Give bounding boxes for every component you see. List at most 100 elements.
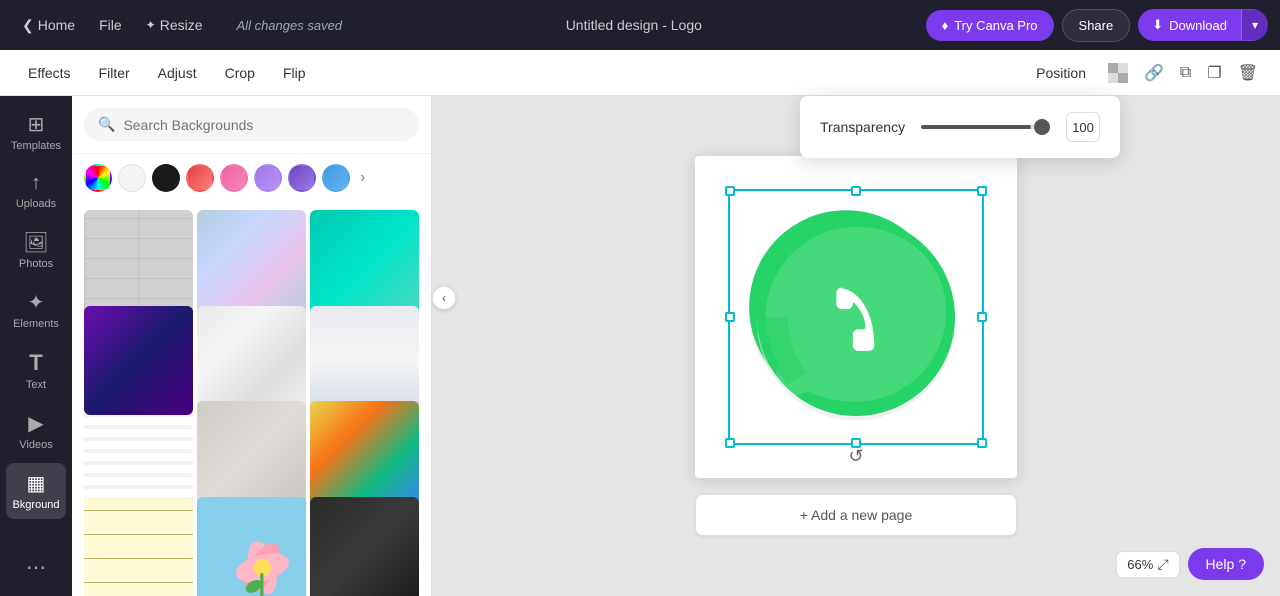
sidebar-item-uploads[interactable]: ↑ Uploads (6, 164, 66, 218)
filter-button[interactable]: Filter (87, 59, 142, 87)
handle-bottom-left[interactable] (725, 438, 735, 448)
chevron-down-icon: ▾ (1252, 18, 1258, 32)
handle-mid-right[interactable] (977, 312, 987, 322)
text-icon: T (29, 350, 42, 376)
trash-icon: 🗑 (1238, 63, 1258, 83)
handle-top-left[interactable] (725, 186, 735, 196)
whatsapp-icon-svg (746, 207, 966, 427)
try-pro-label: Try Canva Pro (954, 18, 1037, 33)
color-filter-black[interactable] (152, 164, 180, 192)
try-pro-button[interactable]: ♦ Try Canva Pro (926, 10, 1054, 41)
bg-thumb-cloud[interactable] (310, 306, 419, 415)
zoom-level: 66% (1127, 557, 1153, 572)
transparency-label: Transparency (820, 119, 905, 135)
adjust-button[interactable]: Adjust (146, 59, 209, 87)
handle-top-right[interactable] (977, 186, 987, 196)
share-label: Share (1079, 18, 1114, 33)
handle-top-mid[interactable] (851, 186, 861, 196)
color-filter-blue[interactable] (322, 164, 350, 192)
whatsapp-element[interactable]: ↺ (736, 197, 976, 437)
download-dropdown-button[interactable]: ▾ (1241, 10, 1268, 40)
more-icon: ⋯ (26, 555, 46, 580)
top-bar-right: ♦ Try Canva Pro Share ⬇ Download ▾ (926, 9, 1268, 42)
copy-button[interactable]: ⧉ (1174, 58, 1197, 88)
add-page-label: + Add a new page (800, 507, 913, 523)
download-label: Download (1169, 18, 1227, 33)
home-button[interactable]: ❮ Home (12, 11, 85, 40)
crop-label: Crop (225, 65, 255, 81)
color-filter-more-button[interactable]: › (356, 165, 369, 191)
search-box: 🔍 (84, 108, 419, 141)
hide-panel-button[interactable]: ‹ (432, 286, 456, 310)
link-icon: 🔗 (1144, 63, 1164, 83)
uploads-label: Uploads (16, 198, 56, 210)
bg-thumb-marble[interactable] (197, 306, 306, 415)
search-input[interactable] (123, 117, 405, 133)
color-filter-pink[interactable] (220, 164, 248, 192)
crop-button[interactable]: Crop (213, 59, 267, 87)
effects-button[interactable]: Effects (16, 59, 83, 87)
canva-crown-icon: ♦ (942, 18, 949, 33)
transparency-popup: Transparency 100 (800, 96, 1120, 158)
sidebar-item-photos[interactable]: 🖼 Photos (6, 222, 66, 278)
handle-bottom-right[interactable] (977, 438, 987, 448)
elements-icon: ✦ (28, 290, 45, 315)
sidebar-item-elements[interactable]: ✦ Elements (6, 282, 66, 338)
main-layout: ⊞ Templates ↑ Uploads 🖼 Photos ✦ Element… (0, 96, 1280, 596)
download-button[interactable]: ⬇ Download (1138, 9, 1241, 41)
sidebar-item-bkground[interactable]: ▦ Bkground (6, 463, 66, 519)
help-button[interactable]: Help ? (1188, 548, 1264, 580)
resize-button[interactable]: ✦ Resize (136, 11, 213, 39)
templates-label: Templates (11, 140, 61, 152)
color-filter-purple1[interactable] (254, 164, 282, 192)
videos-icon: ▶ (28, 411, 43, 436)
canvas-page: ↺ (695, 156, 1017, 478)
sidebar-item-templates[interactable]: ⊞ Templates (6, 104, 66, 160)
position-button[interactable]: Position (1024, 59, 1098, 87)
rotate-handle[interactable]: ↺ (848, 446, 863, 467)
bg-thumb-marble-blue[interactable] (197, 210, 306, 319)
bg-thumb-teal[interactable] (310, 210, 419, 319)
delete-button[interactable]: 🗑 (1232, 57, 1264, 89)
checkered-icon (1108, 63, 1128, 83)
fullscreen-button[interactable]: ⤢ (1157, 556, 1168, 573)
zoom-display: 66% ⤢ (1116, 551, 1179, 578)
sidebar-item-more[interactable]: ⋯ (6, 547, 66, 588)
secondary-toolbar: Effects Filter Adjust Crop Flip Position… (0, 50, 1280, 96)
color-filter-red[interactable] (186, 164, 214, 192)
canvas-area: ↺ + Add a new page 66% ⤢ Help ? (432, 96, 1280, 596)
bg-thumb-wood[interactable] (84, 401, 193, 510)
transparency-slider[interactable] (921, 125, 1050, 129)
checkered-bg-button[interactable] (1102, 57, 1134, 89)
bottom-bar: 66% ⤢ Help ? (1116, 548, 1264, 580)
link-button[interactable]: 🔗 (1138, 57, 1170, 89)
search-icon: 🔍 (98, 116, 115, 133)
color-filter-white[interactable] (118, 164, 146, 192)
whatsapp-icon-container (736, 197, 976, 437)
share-button[interactable]: Share (1062, 9, 1131, 42)
resize-label: Resize (160, 17, 203, 33)
bg-search-area: 🔍 (72, 96, 431, 154)
transparency-value[interactable]: 100 (1066, 112, 1100, 142)
bg-thumb-paint[interactable] (310, 401, 419, 510)
photos-icon: 🖼 (23, 230, 48, 255)
file-button[interactable]: File (89, 11, 132, 39)
bg-thumb-brick[interactable] (84, 210, 193, 319)
hide-panel-icon: ‹ (442, 291, 446, 305)
bg-thumb-dark-stone[interactable] (310, 497, 419, 596)
bg-thumb-flower[interactable] (197, 497, 306, 596)
color-filter-purple2[interactable] (288, 164, 316, 192)
bg-thumb-plaster[interactable] (197, 401, 306, 510)
color-filter-multi[interactable] (84, 164, 112, 192)
add-page-button[interactable]: + Add a new page (695, 494, 1017, 536)
file-label: File (99, 17, 122, 33)
handle-mid-left[interactable] (725, 312, 735, 322)
background-panel: 🔍 › (72, 96, 432, 596)
flip-button[interactable]: Flip (271, 59, 318, 87)
bg-thumb-lined[interactable] (84, 497, 193, 596)
bg-thumb-purple-blue[interactable] (84, 306, 193, 415)
bkground-label: Bkground (12, 499, 59, 511)
sidebar-item-videos[interactable]: ▶ Videos (6, 403, 66, 459)
sidebar-item-text[interactable]: T Text (6, 342, 66, 399)
layers-button[interactable]: ❐ (1201, 57, 1227, 89)
